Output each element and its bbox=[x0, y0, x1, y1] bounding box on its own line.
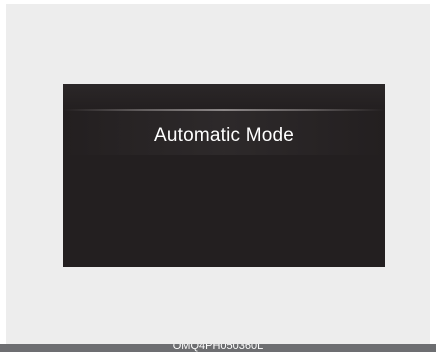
image-code-label: OMQ4PH050360L bbox=[172, 344, 264, 352]
display-screen: Automatic Mode bbox=[63, 84, 385, 267]
screen-top-band bbox=[63, 84, 385, 110]
illustration-frame: Automatic Mode bbox=[6, 4, 430, 344]
footer-bar: OMQ4PH050360L bbox=[0, 344, 436, 352]
mode-title: Automatic Mode bbox=[153, 125, 295, 146]
